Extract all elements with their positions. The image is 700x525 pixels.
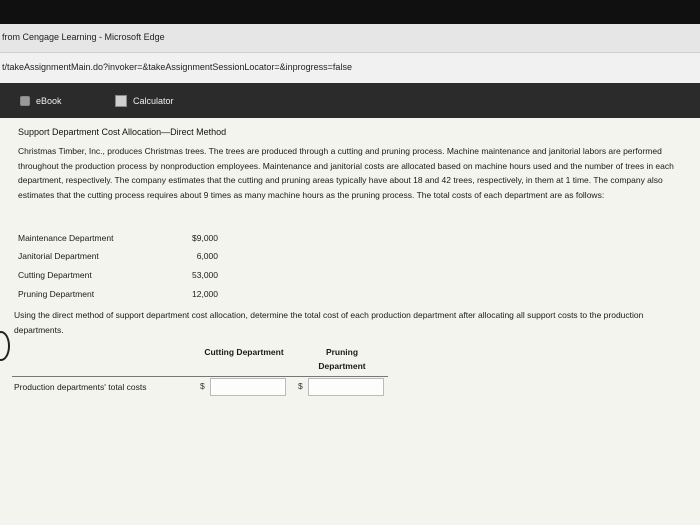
problem-paragraph: Christmas Timber, Inc., produces Christm… bbox=[18, 146, 674, 200]
dept-name: Pruning Department bbox=[18, 289, 95, 299]
ebook-button[interactable]: eBook bbox=[20, 93, 62, 109]
currency-symbol: $ bbox=[298, 381, 303, 391]
address-url[interactable]: t/takeAssignmentMain.do?invoker=&takeAss… bbox=[2, 62, 352, 72]
dept-cost: 6,000 bbox=[196, 251, 218, 261]
dept-cost: $9,000 bbox=[192, 233, 218, 243]
dept-name: Maintenance Department bbox=[18, 233, 114, 243]
ebook-label: eBook bbox=[36, 96, 62, 106]
window-title-bar: from Cengage Learning - Microsoft Edge bbox=[0, 24, 700, 52]
question-text: Using the direct method of support depar… bbox=[14, 310, 644, 335]
calculator-icon bbox=[115, 95, 127, 107]
screen-top-bezel bbox=[0, 0, 700, 24]
window-title: from Cengage Learning - Microsoft Edge bbox=[2, 32, 165, 42]
col-header-cutting: Cutting Department bbox=[204, 347, 284, 357]
dept-name: Cutting Department bbox=[18, 270, 92, 280]
dept-cost: 53,000 bbox=[192, 270, 218, 280]
col-header-pruning: Pruning Department bbox=[318, 347, 366, 371]
problem-title: Support Department Cost Allocation—Direc… bbox=[18, 127, 227, 137]
table-divider bbox=[12, 376, 388, 377]
cutting-total-input[interactable] bbox=[210, 378, 286, 396]
address-bar[interactable]: t/takeAssignmentMain.do?invoker=&takeAss… bbox=[0, 52, 700, 84]
panel-edge-mark bbox=[0, 331, 10, 361]
pruning-total-input[interactable] bbox=[308, 378, 384, 396]
assignment-toolbar: eBook Calculator bbox=[0, 83, 700, 118]
currency-symbol: $ bbox=[200, 381, 205, 391]
dept-name: Janitorial Department bbox=[18, 251, 99, 261]
calculator-button[interactable]: Calculator bbox=[115, 93, 174, 109]
calculator-label: Calculator bbox=[133, 96, 174, 106]
row-label-total-costs: Production departments' total costs bbox=[14, 382, 147, 392]
dept-cost: 12,000 bbox=[192, 289, 218, 299]
problem-panel: Support Department Cost Allocation—Direc… bbox=[0, 118, 700, 525]
book-icon bbox=[20, 96, 30, 106]
